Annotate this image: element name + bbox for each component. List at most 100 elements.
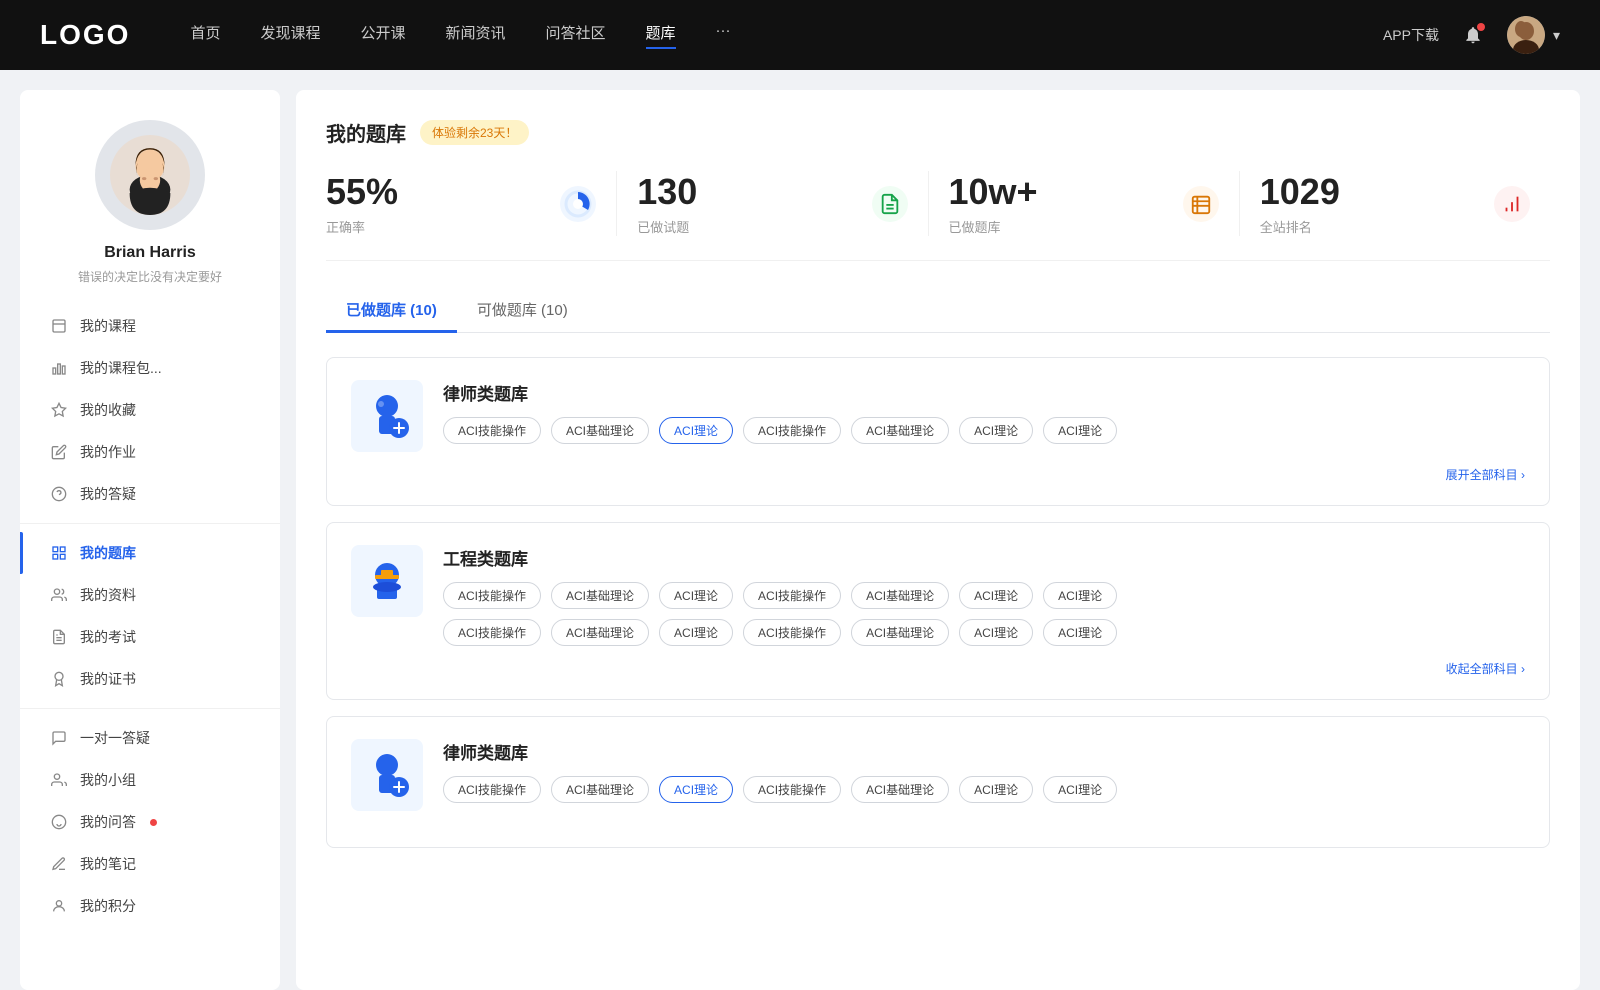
- tag-eng-basic-theory-2[interactable]: ACI基础理论: [851, 582, 949, 609]
- tag-law2-theory-2[interactable]: ACI理论: [959, 776, 1033, 803]
- tag-aci-basic-theory-2[interactable]: ACI基础理论: [851, 417, 949, 444]
- sidebar-label-questions: 我的问答: [80, 812, 136, 832]
- top-navigation: LOGO 首页 发现课程 公开课 新闻资讯 问答社区 题库 ··· APP下载 …: [0, 0, 1600, 70]
- file-text-icon: [50, 628, 68, 646]
- tag-eng2-skill-op-2[interactable]: ACI技能操作: [743, 619, 841, 646]
- help-circle-icon: [50, 485, 68, 503]
- tag-aci-theory-3[interactable]: ACI理论: [1043, 417, 1117, 444]
- stat-done-questions-icon: [872, 186, 908, 222]
- collapse-link-engineer[interactable]: 收起全部科目 ›: [351, 660, 1525, 677]
- message-icon: [50, 729, 68, 747]
- tag-eng2-basic-theory-2[interactable]: ACI基础理论: [851, 619, 949, 646]
- expand-link-lawyer-1[interactable]: 展开全部科目 ›: [351, 466, 1525, 483]
- sidebar-item-groups[interactable]: 我的小组: [20, 759, 280, 801]
- profile-avatar: [95, 120, 205, 230]
- nav-open-course[interactable]: 公开课: [360, 22, 405, 49]
- sidebar-item-profile[interactable]: 我的资料: [20, 574, 280, 616]
- qbank-card-lawyer-1-tags: ACI技能操作 ACI基础理论 ACI理论 ACI技能操作 ACI基础理论 AC…: [443, 417, 1525, 444]
- tag-eng2-basic-theory-1[interactable]: ACI基础理论: [551, 619, 649, 646]
- sidebar-item-questions[interactable]: 我的问答: [20, 801, 280, 843]
- sidebar-item-course-packages[interactable]: 我的课程包...: [20, 347, 280, 389]
- sidebar-item-notes[interactable]: 我的笔记: [20, 843, 280, 885]
- qbank-card-engineer-tags-row2: ACI技能操作 ACI基础理论 ACI理论 ACI技能操作 ACI基础理论 AC…: [443, 619, 1525, 646]
- sidebar-item-exams[interactable]: 我的考试: [20, 616, 280, 658]
- grid-icon: [50, 544, 68, 562]
- users-icon: [50, 586, 68, 604]
- tag-eng-theory-3[interactable]: ACI理论: [1043, 582, 1117, 609]
- tag-aci-theory-2[interactable]: ACI理论: [959, 417, 1033, 444]
- trial-badge: 体验剩余23天！: [420, 120, 529, 145]
- main-content: 我的题库 体验剩余23天！ 55% 正确率: [296, 90, 1580, 990]
- tag-law2-basic-theory-1[interactable]: ACI基础理论: [551, 776, 649, 803]
- sidebar-label-favorites: 我的收藏: [80, 400, 136, 420]
- edit-icon: [50, 443, 68, 461]
- tag-eng2-theory-1[interactable]: ACI理论: [659, 619, 733, 646]
- stat-done-banks-label: 已做题库: [949, 217, 1169, 236]
- tag-eng-skill-op-1[interactable]: ACI技能操作: [443, 582, 541, 609]
- nav-news[interactable]: 新闻资讯: [446, 22, 506, 49]
- sidebar-item-qbank[interactable]: 我的题库: [20, 532, 280, 574]
- tag-eng-theory-1[interactable]: ACI理论: [659, 582, 733, 609]
- notification-dot: [1477, 23, 1485, 31]
- nav-qa[interactable]: 问答社区: [546, 22, 606, 49]
- tag-eng-theory-2[interactable]: ACI理论: [959, 582, 1033, 609]
- nav-more[interactable]: ···: [716, 22, 731, 49]
- tag-eng2-skill-op-1[interactable]: ACI技能操作: [443, 619, 541, 646]
- tag-aci-theory-1[interactable]: ACI理论: [659, 417, 733, 444]
- stat-done-questions-label: 已做试题: [637, 217, 857, 236]
- sidebar-label-packages: 我的课程包...: [80, 358, 162, 378]
- qbank-card-lawyer-1: 律师类题库 ACI技能操作 ACI基础理论 ACI理论 ACI技能操作 ACI基…: [326, 357, 1550, 506]
- sidebar-item-one-on-one[interactable]: 一对一答疑: [20, 717, 280, 759]
- nav-right: APP下载 ▾: [1383, 16, 1560, 54]
- sidebar-item-certs[interactable]: 我的证书: [20, 658, 280, 700]
- sidebar-item-homework[interactable]: 我的作业: [20, 431, 280, 473]
- main-layout: Brian Harris 错误的决定比没有决定要好 我的课程 我的课程包... …: [0, 70, 1600, 990]
- sidebar-item-points[interactable]: 我的积分: [20, 885, 280, 927]
- stats-row: 55% 正确率 130 已做试题: [326, 171, 1550, 261]
- sidebar-label-courses: 我的课程: [80, 316, 136, 336]
- tag-eng-skill-op-2[interactable]: ACI技能操作: [743, 582, 841, 609]
- notification-bell[interactable]: [1459, 21, 1487, 49]
- tag-eng-basic-theory-1[interactable]: ACI基础理论: [551, 582, 649, 609]
- lawyer-2-icon-wrap: [351, 739, 423, 811]
- award-icon: [50, 670, 68, 688]
- page-header: 我的题库 体验剩余23天！: [326, 118, 1550, 147]
- sidebar-label-exams: 我的考试: [80, 627, 136, 647]
- user-avatar-area[interactable]: ▾: [1507, 16, 1560, 54]
- tag-eng2-theory-3[interactable]: ACI理论: [1043, 619, 1117, 646]
- tag-aci-skill-op-2[interactable]: ACI技能操作: [743, 417, 841, 444]
- star-icon: [50, 401, 68, 419]
- sidebar-label-qa: 我的答疑: [80, 484, 136, 504]
- tag-law2-skill-op-2[interactable]: ACI技能操作: [743, 776, 841, 803]
- tag-law2-skill-op-1[interactable]: ACI技能操作: [443, 776, 541, 803]
- qbank-card-lawyer-1-header: 律师类题库 ACI技能操作 ACI基础理论 ACI理论 ACI技能操作 ACI基…: [351, 380, 1525, 452]
- tag-law2-theory-3[interactable]: ACI理论: [1043, 776, 1117, 803]
- tab-available[interactable]: 可做题库 (10): [457, 289, 588, 333]
- stat-done-banks: 10w+ 已做题库: [929, 171, 1240, 236]
- nav-qbank[interactable]: 题库: [646, 22, 676, 49]
- app-download-link[interactable]: APP下载: [1383, 25, 1439, 45]
- tag-eng2-theory-2[interactable]: ACI理论: [959, 619, 1033, 646]
- sidebar-item-qa[interactable]: 我的答疑: [20, 473, 280, 515]
- logo[interactable]: LOGO: [40, 19, 130, 51]
- qbank-card-lawyer-2-tags: ACI技能操作 ACI基础理论 ACI理论 ACI技能操作 ACI基础理论 AC…: [443, 776, 1525, 803]
- stat-done-banks-value: 10w+: [949, 171, 1169, 213]
- sidebar-item-favorites[interactable]: 我的收藏: [20, 389, 280, 431]
- sidebar-menu: 我的课程 我的课程包... 我的收藏 我的作业: [20, 305, 280, 927]
- engineer-icon-wrap: [351, 545, 423, 617]
- tag-aci-basic-theory-1[interactable]: ACI基础理论: [551, 417, 649, 444]
- sidebar-label-notes: 我的笔记: [80, 854, 136, 874]
- stat-accuracy: 55% 正确率: [326, 171, 617, 236]
- tag-law2-theory-1[interactable]: ACI理论: [659, 776, 733, 803]
- page-title: 我的题库: [326, 118, 406, 147]
- stat-rank-label: 全站排名: [1260, 217, 1480, 236]
- profile-motto: 错误的决定比没有决定要好: [78, 268, 222, 285]
- stat-done-questions: 130 已做试题: [617, 171, 928, 236]
- sidebar-item-courses[interactable]: 我的课程: [20, 305, 280, 347]
- tag-aci-skill-op-1[interactable]: ACI技能操作: [443, 417, 541, 444]
- tag-law2-basic-theory-2[interactable]: ACI基础理论: [851, 776, 949, 803]
- qbank-card-lawyer-2-header: 律师类题库 ACI技能操作 ACI基础理论 ACI理论 ACI技能操作 ACI基…: [351, 739, 1525, 811]
- tab-done[interactable]: 已做题库 (10): [326, 289, 457, 333]
- nav-home[interactable]: 首页: [190, 22, 220, 49]
- nav-discover[interactable]: 发现课程: [260, 22, 320, 49]
